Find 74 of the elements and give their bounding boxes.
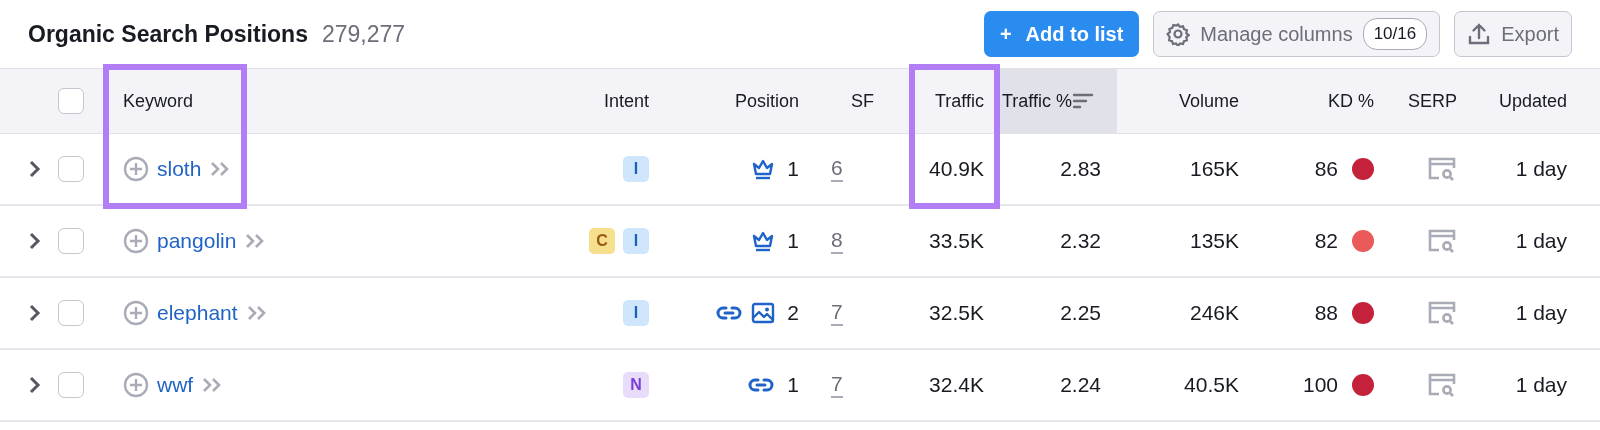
table-cell-text: 82 bbox=[1314, 228, 1338, 255]
sf-count-link[interactable]: 6 bbox=[831, 156, 843, 182]
serp-preview-icon[interactable] bbox=[1427, 300, 1457, 326]
row-checkbox[interactable] bbox=[58, 228, 84, 254]
add-icon[interactable] bbox=[123, 228, 149, 254]
table-cell-text: 2 bbox=[787, 300, 799, 327]
column-header[interactable]: SERP bbox=[1407, 87, 1457, 115]
intent-badge: C bbox=[589, 228, 615, 254]
table-cell-text: 1 bbox=[787, 156, 799, 183]
column-header[interactable]: SF bbox=[851, 87, 874, 115]
table-cell-text: 1 day bbox=[1515, 372, 1567, 399]
sf-count-link[interactable]: 7 bbox=[831, 300, 843, 326]
row-checkbox[interactable] bbox=[58, 156, 84, 182]
manage-columns-button[interactable]: Manage columns 10/16 bbox=[1153, 11, 1441, 57]
table-cell-text: 32.4K bbox=[929, 372, 984, 399]
intent-badge: N bbox=[623, 372, 649, 398]
column-header[interactable]: Keyword bbox=[123, 87, 194, 115]
sort-icon[interactable] bbox=[1072, 92, 1094, 110]
export-button[interactable]: Export bbox=[1454, 11, 1572, 57]
table-cell-text: 135K bbox=[1189, 228, 1239, 255]
table-cell-text: 40.5K bbox=[1184, 372, 1239, 399]
table-cell-text: 2.25 bbox=[1060, 300, 1101, 327]
add-icon[interactable] bbox=[123, 156, 149, 182]
table-cell-text: 1 day bbox=[1515, 156, 1567, 183]
serp-preview-icon[interactable] bbox=[1427, 156, 1457, 182]
table-cell-text: 2.24 bbox=[1060, 372, 1101, 399]
chevron-right-icon[interactable] bbox=[28, 375, 42, 395]
intent-badge: I bbox=[623, 300, 649, 326]
table-cell-text: 33.5K bbox=[929, 228, 984, 255]
sf-count-link[interactable]: 7 bbox=[831, 372, 843, 398]
keyword-link[interactable]: pangolin bbox=[157, 225, 237, 257]
table-cell-text: 2.32 bbox=[1060, 228, 1101, 255]
table-cell-text: 88 bbox=[1314, 300, 1338, 327]
add-icon[interactable] bbox=[123, 300, 149, 326]
table-cell-text: 165K bbox=[1189, 156, 1239, 183]
table-cell-text: 100 bbox=[1302, 372, 1338, 399]
serp-preview-icon[interactable] bbox=[1427, 228, 1457, 254]
row-checkbox[interactable] bbox=[58, 300, 84, 326]
result-count: 279,277 bbox=[321, 19, 406, 49]
chevron-right-icon[interactable] bbox=[28, 231, 42, 251]
table-cell-text: 1 day bbox=[1515, 228, 1567, 255]
crown-icon bbox=[751, 229, 776, 253]
column-header[interactable]: Position bbox=[734, 87, 799, 115]
upload-icon bbox=[1467, 22, 1492, 46]
settings-icon bbox=[1166, 22, 1191, 46]
chevron-right-icon[interactable] bbox=[28, 303, 42, 323]
table-cell-text: 1 day bbox=[1515, 300, 1567, 327]
column-header[interactable]: Traffic bbox=[935, 87, 984, 115]
table-cell-text: 1 bbox=[787, 228, 799, 255]
table-cell-text: 2.83 bbox=[1060, 156, 1101, 183]
select-all-checkbox[interactable] bbox=[58, 88, 84, 114]
crown-icon bbox=[751, 157, 776, 181]
keyword-link[interactable]: wwf bbox=[157, 369, 194, 401]
column-count-badge: 10/16 bbox=[1362, 18, 1428, 50]
column-header[interactable]: Volume bbox=[1178, 87, 1239, 115]
sf-count-link[interactable]: 8 bbox=[831, 228, 843, 254]
intent-badge: I bbox=[623, 156, 649, 182]
keyword-link[interactable]: elephant bbox=[157, 297, 238, 329]
table-cell-text: 32.5K bbox=[929, 300, 984, 327]
row-checkbox[interactable] bbox=[58, 372, 84, 398]
chevron-right-icon[interactable] bbox=[28, 159, 42, 179]
table-cell-text: 246K bbox=[1189, 300, 1239, 327]
column-header[interactable]: Updated bbox=[1498, 87, 1567, 115]
keyword-link[interactable]: sloth bbox=[157, 153, 202, 185]
image-icon bbox=[751, 301, 776, 325]
intent-badge: I bbox=[623, 228, 649, 254]
page-title: Organic Search Positions bbox=[28, 19, 308, 49]
table-cell-text: 86 bbox=[1314, 156, 1338, 183]
serp-preview-icon[interactable] bbox=[1427, 372, 1457, 398]
column-header[interactable]: KD % bbox=[1328, 87, 1374, 115]
table-cell-text: 1 bbox=[787, 372, 799, 399]
add-icon[interactable] bbox=[123, 372, 149, 398]
column-header[interactable]: Intent bbox=[603, 87, 649, 115]
table-cell-text: 40.9K bbox=[929, 156, 984, 183]
